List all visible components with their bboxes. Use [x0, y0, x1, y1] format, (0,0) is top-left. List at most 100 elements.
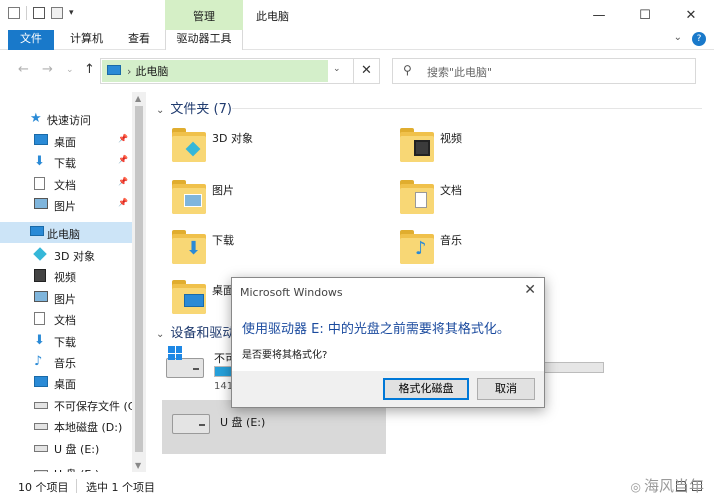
folder-item[interactable]: ♪ 音乐	[378, 224, 578, 268]
desktop-icon	[184, 292, 204, 308]
qat-dropdown-icon[interactable]: ▾	[69, 8, 74, 18]
folder-icon	[400, 178, 434, 214]
dialog-message: 使用驱动器 E: 中的光盘之前需要将其格式化。	[242, 322, 510, 337]
folder-icon: ♪	[400, 228, 434, 264]
nav-item[interactable]: 本地磁盘 (D:)	[0, 415, 132, 436]
search-placeholder: 搜索"此电脑"	[427, 66, 493, 79]
music-icon: ♪	[415, 238, 427, 259]
drives-group-header[interactable]: ⌄ 设备和驱动	[156, 322, 235, 341]
nav-item[interactable]: ★ 快速访问	[0, 108, 132, 129]
pin-icon: 📌	[118, 134, 128, 143]
nav-item-label: 视频	[54, 271, 76, 284]
nav-item[interactable]: 图片 📌	[0, 194, 132, 215]
cube-icon	[33, 247, 48, 261]
nav-item-label: 图片	[54, 293, 76, 306]
navigation-pane: ★ 快速访问 桌面 📌 ⬇ 下载 📌 文档 📌 图片 📌 此电脑 3D 对象 视频 图片 文档 ⬇ 下载 ♪ 音乐 桌面…	[0, 92, 146, 472]
drive-icon	[34, 441, 48, 454]
nav-item[interactable]: 视频	[0, 265, 132, 286]
address-bar[interactable]: › 此电脑 ⌄ ✕	[100, 58, 380, 84]
drive-icon	[34, 419, 48, 432]
nav-item[interactable]: 桌面 📌	[0, 130, 132, 151]
cancel-button[interactable]: 取消	[477, 378, 535, 400]
properties-icon[interactable]	[8, 7, 20, 19]
nav-scrollbar[interactable]: ▲ ▼	[132, 92, 146, 472]
pin-icon: 📌	[118, 198, 128, 207]
dialog-footer: 格式化磁盘 取消	[232, 371, 544, 407]
folder-icon	[400, 126, 434, 162]
nav-item-label: 下载	[54, 157, 76, 170]
folder-label: 下载	[212, 234, 234, 247]
nav-item[interactable]: 不可保存文件 (C	[0, 394, 136, 415]
folder-item[interactable]: 图片	[150, 174, 350, 218]
dialog-question: 是否要将其格式化?	[242, 350, 328, 361]
nav-item-label: 此电脑	[47, 228, 80, 241]
tab-view[interactable]: 查看	[118, 30, 160, 50]
checkbox-icon[interactable]	[33, 7, 45, 19]
scroll-up-icon[interactable]: ▲	[135, 94, 141, 103]
tab-computer[interactable]: 计算机	[60, 30, 113, 50]
new-folder-icon[interactable]	[51, 7, 63, 19]
folder-label: 视频	[440, 132, 462, 145]
folder-item[interactable]: 文档	[378, 174, 578, 218]
nav-item-label: 音乐	[54, 357, 76, 370]
breadcrumb[interactable]: › 此电脑	[127, 63, 168, 79]
drive-name: U 盘 (E:)	[220, 416, 266, 429]
folder-item[interactable]: 3D 对象	[150, 122, 350, 166]
nav-item[interactable]: 此电脑	[0, 222, 132, 243]
tab-drive-tools[interactable]: 驱动器工具	[165, 30, 243, 50]
forward-arrow-icon[interactable]: →	[42, 62, 53, 77]
folder-icon	[172, 126, 206, 162]
nav-item[interactable]: 3D 对象	[0, 244, 132, 265]
drive-item[interactable]: U 盘 (E:)	[162, 400, 386, 454]
nav-item[interactable]: ⬇ 下载 📌	[0, 151, 132, 172]
search-box[interactable]: ⚲ 搜索"此电脑"	[392, 58, 696, 84]
star-icon: ★	[30, 111, 42, 126]
context-tab-label: 管理	[193, 10, 215, 23]
folder-icon	[172, 178, 206, 214]
close-button[interactable]: ✕	[668, 0, 714, 30]
collapse-chevron-icon: ⌄	[156, 329, 165, 340]
nav-item-label: 桌面	[54, 136, 76, 149]
nav-item-label: 不可保存文件 (C	[54, 400, 136, 413]
folder-label: 音乐	[440, 234, 462, 247]
download-icon: ⬇	[34, 333, 45, 348]
folder-item[interactable]: ⬇ 下载	[150, 224, 350, 268]
quick-access-toolbar: ▾	[8, 6, 74, 20]
context-tab-manage[interactable]: 管理	[165, 0, 243, 30]
up-arrow-icon[interactable]: ↑	[84, 62, 95, 77]
address-dropdown-icon[interactable]: ⌄	[333, 64, 341, 74]
maximize-button[interactable]: ☐	[622, 0, 668, 30]
nav-item[interactable]: U 盘 (E:)	[0, 462, 132, 472]
nav-item[interactable]: 文档	[0, 308, 132, 329]
scroll-down-icon[interactable]: ▼	[135, 461, 141, 470]
minimize-button[interactable]: —	[576, 0, 622, 30]
watermark-icon: ◎	[630, 480, 641, 494]
nav-item[interactable]: 文档 📌	[0, 173, 132, 194]
pin-icon: 📌	[118, 155, 128, 164]
divider	[232, 108, 702, 109]
computer-icon	[107, 65, 121, 75]
format-disk-button[interactable]: 格式化磁盘	[383, 378, 469, 400]
dialog-close-button[interactable]: ✕	[524, 282, 536, 298]
folder-icon: ⬇	[172, 228, 206, 264]
nav-item[interactable]: 图片	[0, 287, 132, 308]
scroll-thumb[interactable]	[135, 106, 143, 452]
nav-item[interactable]: U 盘 (E:)	[0, 437, 132, 458]
help-icon[interactable]: ?	[692, 32, 706, 46]
breadcrumb-label: 此电脑	[135, 65, 169, 78]
back-arrow-icon[interactable]: ←	[18, 62, 29, 77]
nav-item[interactable]: 桌面	[0, 372, 132, 393]
tab-file[interactable]: 文件	[8, 30, 54, 50]
nav-item[interactable]: ⬇ 下载	[0, 330, 132, 351]
divider	[76, 479, 77, 493]
computer-icon	[30, 226, 44, 239]
stop-icon[interactable]: ✕	[353, 59, 379, 83]
download-icon: ⬇	[186, 238, 202, 259]
expand-ribbon-icon[interactable]: ⌄	[674, 32, 682, 46]
pin-icon: 📌	[118, 177, 128, 186]
folders-group-header[interactable]: ⌄ 文件夹 (7)	[156, 98, 232, 117]
ribbon-right: ⌄ ?	[674, 32, 706, 46]
recent-dropdown-icon[interactable]: ⌄	[66, 65, 74, 75]
folder-item[interactable]: 视频	[378, 122, 578, 166]
nav-item[interactable]: ♪ 音乐	[0, 351, 132, 372]
